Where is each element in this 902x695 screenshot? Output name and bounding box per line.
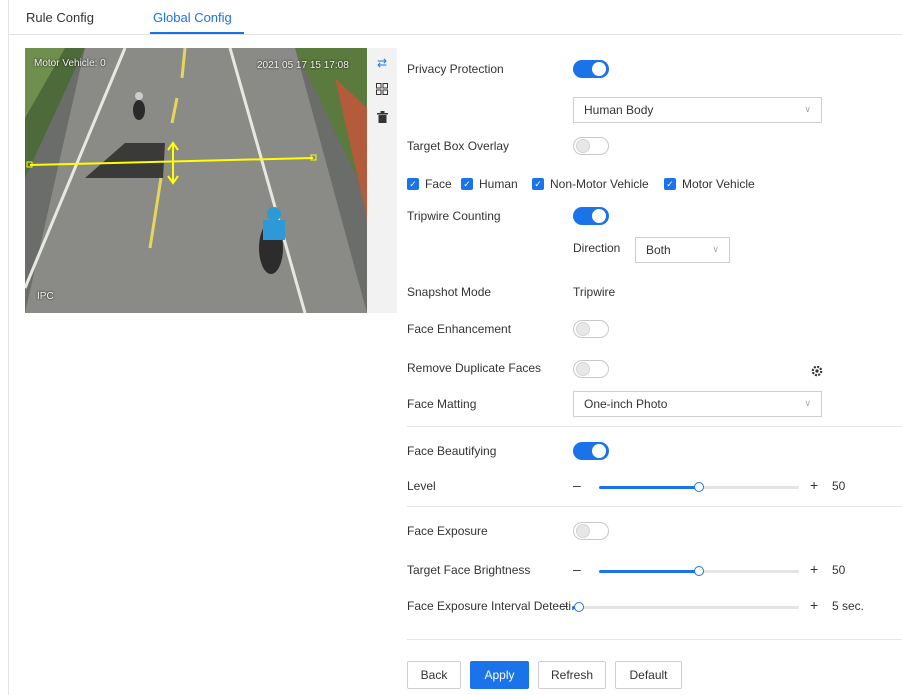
chevron-down-icon: ∨	[804, 104, 811, 114]
toggle-knob	[592, 209, 606, 223]
face-matting-value: One-inch Photo	[584, 397, 668, 411]
slider-track	[572, 606, 799, 609]
target-box-overlay-label: Target Box Overlay	[407, 139, 510, 153]
face-beautifying-toggle[interactable]	[573, 442, 609, 460]
chevron-down-icon: ∨	[712, 244, 719, 254]
divider	[407, 506, 902, 507]
target-face-brightness-value: 50	[832, 563, 846, 577]
delete-icon[interactable]	[375, 110, 389, 124]
back-button[interactable]: Back	[407, 661, 461, 689]
checkbox-human[interactable]: ✓ Human	[461, 177, 518, 191]
direction-value: Both	[646, 243, 671, 257]
target-face-brightness-label: Target Face Brightness	[407, 563, 531, 577]
remove-duplicate-faces-label: Remove Duplicate Faces	[407, 361, 542, 375]
refresh-button[interactable]: Refresh	[538, 661, 606, 689]
snapshot-mode-value: Tripwire	[573, 285, 616, 299]
video-toolbar: ⇄	[367, 48, 397, 313]
face-enhancement-toggle[interactable]	[573, 320, 609, 338]
privacy-protection-label: Privacy Protection	[407, 62, 504, 76]
slider-thumb[interactable]	[694, 482, 704, 492]
camera-scene	[25, 48, 367, 313]
default-button[interactable]: Default	[615, 661, 682, 689]
toggle-knob	[592, 444, 606, 458]
snapshot-mode-label: Snapshot Mode	[407, 285, 492, 299]
grid-icon[interactable]	[375, 82, 389, 96]
toggle-knob	[576, 322, 590, 336]
level-slider[interactable]	[599, 480, 799, 494]
apply-button[interactable]: Apply	[470, 661, 529, 689]
target-box-overlay-toggle[interactable]	[573, 137, 609, 155]
slider-thumb[interactable]	[573, 602, 584, 612]
toggle-knob	[576, 524, 590, 538]
tripwire-counting-label: Tripwire Counting	[407, 209, 501, 223]
video-timestamp-overlay: 2021 05 17 15 17:08	[257, 60, 349, 71]
privacy-target-value: Human Body	[584, 103, 654, 117]
checkbox-face[interactable]: ✓ Face	[407, 177, 452, 191]
privacy-protection-toggle[interactable]	[573, 60, 609, 78]
divider	[407, 426, 902, 427]
video-camera-label: IPC	[37, 291, 54, 302]
gear-icon[interactable]	[811, 365, 823, 377]
face-exposure-toggle[interactable]	[573, 522, 609, 540]
toggle-knob	[576, 139, 590, 153]
level-value: 50	[832, 479, 846, 493]
remove-duplicate-faces-toggle[interactable]	[573, 360, 609, 378]
face-beautifying-label: Face Beautifying	[407, 444, 497, 458]
checkbox-non-motor-vehicle[interactable]: ✓ Non-Motor Vehicle	[532, 177, 649, 191]
video-count-overlay: Motor Vehicle: 0	[34, 58, 106, 69]
face-matting-select[interactable]: One-inch Photo ∨	[573, 391, 822, 417]
tab-global-config[interactable]: Global Config	[153, 10, 232, 25]
slider-thumb[interactable]	[694, 566, 704, 576]
interval-decrease-button[interactable]: –	[560, 597, 568, 613]
face-exposure-interval-slider[interactable]	[572, 600, 799, 614]
level-decrease-button[interactable]: –	[573, 477, 581, 493]
interval-increase-button[interactable]: +	[810, 597, 818, 613]
slider-fill	[599, 570, 699, 573]
face-enhancement-label: Face Enhancement	[407, 322, 512, 336]
checkmark-icon: ✓	[664, 178, 676, 190]
checkbox-motor-vehicle[interactable]: ✓ Motor Vehicle	[664, 177, 755, 191]
active-tab-indicator	[150, 32, 244, 34]
direction-select[interactable]: Both ∨	[635, 237, 730, 263]
checkbox-face-label: Face	[425, 177, 452, 191]
brightness-decrease-button[interactable]: –	[573, 561, 581, 577]
slider-fill	[599, 486, 699, 489]
video-preview[interactable]: Motor Vehicle: 0 2021 05 17 15 17:08 IPC	[25, 48, 367, 313]
divider	[407, 639, 902, 640]
chevron-down-icon: ∨	[804, 398, 811, 408]
target-face-brightness-slider[interactable]	[599, 564, 799, 578]
privacy-target-select[interactable]: Human Body ∨	[573, 97, 822, 123]
level-label: Level	[407, 479, 436, 493]
move-icon[interactable]: ⇄	[375, 56, 389, 70]
tab-rule-config[interactable]: Rule Config	[26, 10, 94, 25]
checkmark-icon: ✓	[532, 178, 544, 190]
checkbox-motor-vehicle-label: Motor Vehicle	[682, 177, 755, 191]
level-increase-button[interactable]: +	[810, 477, 818, 493]
face-exposure-label: Face Exposure	[407, 524, 488, 538]
toggle-knob	[576, 362, 590, 376]
tab-bar: Rule Config Global Config	[8, 0, 902, 35]
checkmark-icon: ✓	[407, 178, 419, 190]
checkmark-icon: ✓	[461, 178, 473, 190]
brightness-increase-button[interactable]: +	[810, 561, 818, 577]
direction-label: Direction	[573, 241, 621, 255]
face-exposure-interval-value: 5 sec.	[832, 599, 865, 613]
toggle-knob	[592, 62, 606, 76]
checkbox-non-motor-vehicle-label: Non-Motor Vehicle	[550, 177, 649, 191]
tripwire-counting-toggle[interactable]	[573, 207, 609, 225]
checkbox-human-label: Human	[479, 177, 518, 191]
face-exposure-interval-label: Face Exposure Interval Detecti...	[407, 599, 582, 613]
face-matting-label: Face Matting	[407, 397, 477, 411]
